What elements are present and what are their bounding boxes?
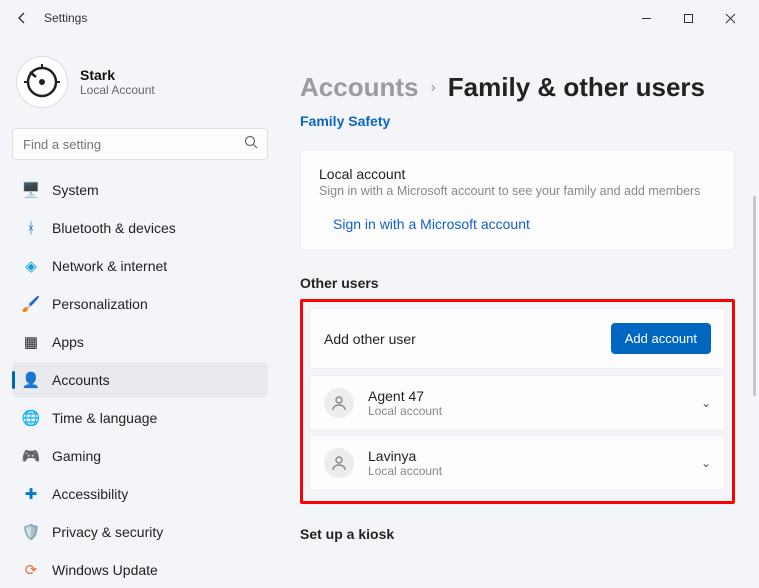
add-account-button[interactable]: Add account (611, 323, 711, 354)
add-user-row: Add other user Add account (309, 308, 726, 369)
nav-label: System (52, 182, 99, 198)
shield-icon: 🛡️ (22, 523, 40, 541)
card-title: Local account (319, 166, 716, 182)
display-icon: 🖥️ (22, 181, 40, 199)
person-icon: 👤 (22, 371, 40, 389)
search-box (12, 128, 268, 160)
nav-label: Accessibility (52, 486, 128, 502)
sidebar: Stark Local Account 🖥️ System ᚼ Bluetooth … (0, 36, 280, 575)
nav-bluetooth[interactable]: ᚼ Bluetooth & devices (12, 210, 268, 246)
nav-list: 🖥️ System ᚼ Bluetooth & devices ◈ Network &… (12, 172, 268, 588)
user-row[interactable]: Agent 47 Local account ⌄ (309, 375, 726, 431)
wifi-icon: ◈ (22, 257, 40, 275)
accessibility-icon: ✚ (22, 485, 40, 503)
search-icon (244, 135, 258, 152)
user-name: Agent 47 (368, 388, 442, 404)
nav-label: Windows Update (52, 562, 158, 578)
nav-label: Gaming (52, 448, 101, 464)
maximize-button[interactable] (667, 3, 709, 33)
nav-privacy[interactable]: 🛡️ Privacy & security (12, 514, 268, 550)
game-icon: 🎮 (22, 447, 40, 465)
brush-icon: 🖌️ (22, 295, 40, 313)
nav-personalization[interactable]: 🖌️ Personalization (12, 286, 268, 322)
nav-time[interactable]: 🌐 Time & language (12, 400, 268, 436)
apps-icon: ▦ (22, 333, 40, 351)
search-input[interactable] (12, 128, 268, 160)
other-users-section: Add other user Add account Agent 47 Loca… (300, 299, 735, 504)
update-icon: ⟳ (22, 561, 40, 579)
window-title: Settings (44, 11, 87, 25)
nav-label: Bluetooth & devices (52, 220, 176, 236)
avatar (16, 56, 68, 108)
titlebar: Settings (0, 0, 759, 36)
back-button[interactable] (8, 4, 36, 32)
nav-label: Apps (52, 334, 84, 350)
nav-accessibility[interactable]: ✚ Accessibility (12, 476, 268, 512)
kiosk-label: Set up a kiosk (300, 526, 735, 542)
nav-label: Time & language (52, 410, 157, 426)
nav-network[interactable]: ◈ Network & internet (12, 248, 268, 284)
person-icon (324, 448, 354, 478)
breadcrumb: Accounts › Family & other users (300, 72, 735, 103)
nav-label: Accounts (52, 372, 110, 388)
breadcrumb-parent[interactable]: Accounts (300, 72, 418, 103)
nav-system[interactable]: 🖥️ System (12, 172, 268, 208)
nav-label: Personalization (52, 296, 148, 312)
content-area: Accounts › Family & other users Family S… (280, 36, 759, 575)
close-button[interactable] (709, 3, 751, 33)
person-icon (324, 388, 354, 418)
local-account-card: Local account Sign in with a Microsoft a… (300, 149, 735, 251)
bluetooth-icon: ᚼ (22, 219, 40, 237)
nav-label: Privacy & security (52, 524, 163, 540)
chevron-right-icon: › (430, 79, 435, 97)
nav-accounts[interactable]: 👤 Accounts (12, 362, 268, 398)
page-title: Family & other users (448, 72, 705, 103)
chevron-down-icon[interactable]: ⌄ (701, 396, 711, 410)
nav-apps[interactable]: ▦ Apps (12, 324, 268, 360)
user-type: Local account (368, 404, 442, 418)
user-type: Local account (368, 464, 442, 478)
family-safety-link[interactable]: Family Safety (300, 113, 390, 129)
minimize-button[interactable] (625, 3, 667, 33)
user-row[interactable]: Lavinya Local account ⌄ (309, 435, 726, 491)
clock-icon: 🌐 (22, 409, 40, 427)
scrollbar[interactable] (753, 196, 756, 396)
user-name: Lavinya (368, 448, 442, 464)
nav-update[interactable]: ⟳ Windows Update (12, 552, 268, 588)
profile-type: Local Account (80, 83, 155, 97)
nav-label: Network & internet (52, 258, 167, 274)
nav-gaming[interactable]: 🎮 Gaming (12, 438, 268, 474)
card-desc: Sign in with a Microsoft account to see … (319, 184, 716, 198)
add-user-label: Add other user (324, 331, 416, 347)
chevron-down-icon[interactable]: ⌄ (701, 456, 711, 470)
window-controls (625, 3, 751, 33)
profile-name: Stark (80, 67, 155, 83)
other-users-label: Other users (300, 275, 735, 291)
sign-in-microsoft-link[interactable]: Sign in with a Microsoft account (333, 216, 530, 232)
profile-block[interactable]: Stark Local Account (12, 52, 268, 124)
